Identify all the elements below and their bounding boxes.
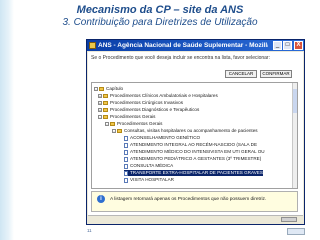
expand-icon[interactable]: + <box>98 108 102 112</box>
tree-item-label: ATENDIMENTO PEDIÁTRICO A GESTANTES (3º T… <box>130 156 262 161</box>
tree-item[interactable]: - Consultas, visitas hospitalares ou aco… <box>112 128 258 134</box>
document-icon <box>124 142 128 148</box>
info-icon: i <box>97 195 105 203</box>
tree-item[interactable]: ACONSELHAMENTO GENÉTICO <box>124 135 200 141</box>
tree-item[interactable]: - Capítulo <box>94 86 123 92</box>
tree-item-label: Procedimentos Gerais <box>110 114 156 119</box>
page-number: 11 <box>87 228 92 233</box>
tree-item[interactable]: ATENDIMENTO INTEGRAL AO RECÉM-NASCIDO (S… <box>124 142 257 148</box>
tree-item-label: Procedimentos Clínicos Ambulatoriais e H… <box>110 93 218 98</box>
info-text: A listagem retornará apenas os Procedime… <box>110 197 267 202</box>
tree-item[interactable]: + Procedimentos Clínicos Ambulatoriais e… <box>98 93 218 99</box>
slide-title: Mecanismo da CP – site da ANS <box>76 4 244 16</box>
confirm-button[interactable]: CONFIRMAR <box>260 70 292 78</box>
maximize-button[interactable]: □ <box>283 41 292 50</box>
info-box: i A listagem retornará apenas os Procedi… <box>91 191 298 212</box>
minimize-button[interactable]: _ <box>273 41 282 50</box>
tree-item[interactable]: ATENDIMENTO PEDIÁTRICO A GESTANTES (3º T… <box>124 156 261 162</box>
tree-item[interactable]: CONSULTA MÉDICA <box>124 163 173 169</box>
folder-icon <box>117 129 122 133</box>
tree-item-label: CONSULTA MÉDICA <box>130 163 174 168</box>
status-bar <box>88 215 303 223</box>
tree-scrollbar[interactable] <box>292 83 297 188</box>
document-icon <box>124 177 128 183</box>
tree-item-label: Procedimentos Cirúrgicos Invasivos <box>110 100 184 105</box>
tree-item-label: Capítulo <box>106 86 124 91</box>
status-indicator <box>281 217 297 222</box>
window-content: Se o Procedimento que você deseja inclui… <box>88 52 303 223</box>
slide: Mecanismo da CP – site da ANS 3. Contrib… <box>0 0 320 240</box>
browser-icon <box>89 42 96 49</box>
tree-item-label: ATENDIMENTO INTEGRAL AO RECÉM-NASCIDO (S… <box>130 142 258 147</box>
tree-item-label: ATENDIMENTO MÉDICO DO INTENSIVISTA EM UT… <box>130 149 265 154</box>
tree-item[interactable]: - Procedimentos Gerais <box>105 121 162 127</box>
folder-icon <box>99 87 104 91</box>
window-titlebar[interactable]: ANS - Agência Nacional de Saúde Suplemen… <box>87 40 304 51</box>
document-icon <box>124 149 128 155</box>
folder-icon <box>103 115 108 119</box>
window-title: ANS - Agência Nacional de Saúde Suplemen… <box>98 42 268 49</box>
document-icon <box>124 135 128 141</box>
tree-item-label: VISITA HOSPITALAR <box>130 177 174 182</box>
tree-item-label: Procedimentos Diagnósticos e Terapêutico… <box>110 107 200 112</box>
document-icon <box>124 163 128 169</box>
folder-icon <box>103 108 108 112</box>
folder-icon <box>110 122 115 126</box>
cancel-button[interactable]: CANCELAR <box>225 70 257 78</box>
expand-icon[interactable]: - <box>98 115 102 119</box>
document-icon <box>124 156 128 162</box>
selection-prompt: Se o Procedimento que você deseja inclui… <box>91 55 270 61</box>
expand-icon[interactable]: - <box>112 129 116 133</box>
tree-item-label: Procedimentos Gerais <box>117 121 163 126</box>
folder-icon <box>103 101 108 105</box>
slide-subtitle: 3. Contribuição para Diretrizes de Utili… <box>62 17 258 28</box>
scrollbar-thumb[interactable] <box>293 89 297 113</box>
slide-left-bar <box>0 0 14 240</box>
browser-window: ANS - Agência Nacional de Saúde Suplemen… <box>86 39 305 225</box>
tree-item-selected[interactable]: TRANSPORTE EXTRA-HOSPITALAR DE PACIENTES… <box>124 170 263 176</box>
procedure-tree: - Capítulo + Procedimentos Clínicos Ambu… <box>91 82 298 189</box>
tree-item[interactable]: + Procedimentos Cirúrgicos Invasivos <box>98 100 183 106</box>
tree-item[interactable]: ATENDIMENTO MÉDICO DO INTENSIVISTA EM UT… <box>124 149 265 155</box>
expand-icon[interactable]: - <box>105 122 109 126</box>
document-icon <box>124 170 128 176</box>
expand-icon[interactable]: + <box>98 94 102 98</box>
folder-icon <box>103 94 108 98</box>
tree-item-label: TRANSPORTE EXTRA-HOSPITALAR DE PACIENTES… <box>130 170 263 175</box>
tree-item[interactable]: - Procedimentos Gerais <box>98 114 155 120</box>
tree-item-label: Consultas, visitas hospitalares ou acomp… <box>124 128 258 133</box>
tree-item[interactable]: VISITA HOSPITALAR <box>124 177 174 183</box>
close-button[interactable]: X <box>294 41 303 50</box>
tree-item-label: ACONSELHAMENTO GENÉTICO <box>130 135 201 140</box>
expand-icon[interactable]: - <box>94 87 98 91</box>
tree-item[interactable]: + Procedimentos Diagnósticos e Terapêuti… <box>98 107 199 113</box>
ans-logo <box>287 228 305 235</box>
expand-icon[interactable]: + <box>98 101 102 105</box>
